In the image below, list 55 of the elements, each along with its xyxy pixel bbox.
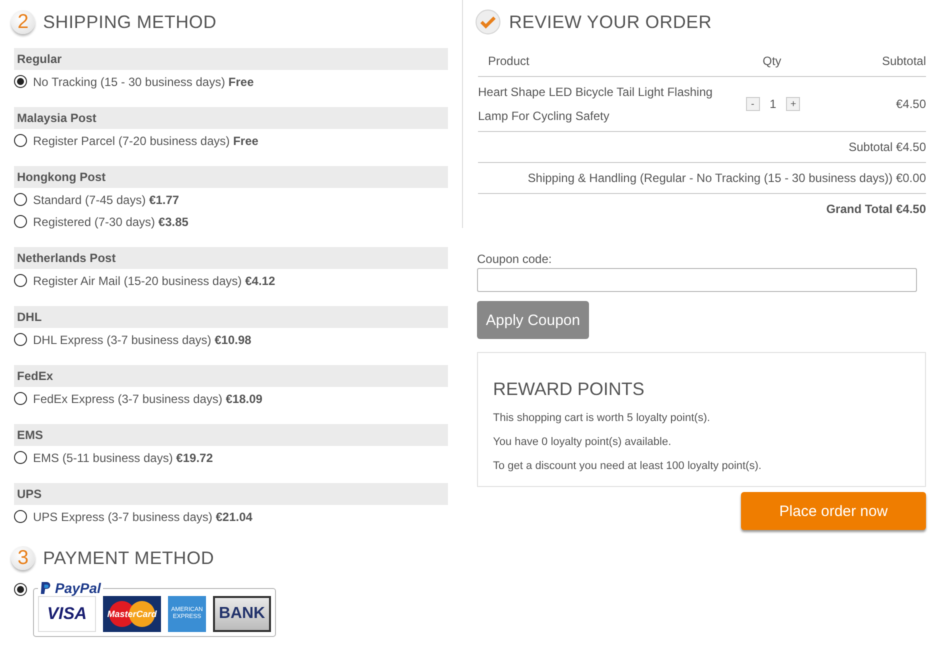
step-number-badge: 2 (11, 10, 35, 34)
product-name: Heart Shape LED Bicycle Tail Light Flashing Lamp For Cycling Safety (478, 84, 714, 125)
radio-button[interactable] (14, 193, 27, 206)
total-line: Subtotal €4.50 (848, 140, 926, 154)
increase-button[interactable]: + (786, 97, 800, 111)
shipping-option[interactable]: Register Parcel (7-20 business days) Free (14, 130, 448, 151)
quantity-value: 1 (770, 97, 776, 111)
decrease-button[interactable]: - (746, 97, 760, 111)
checkmark-badge-icon (475, 9, 501, 35)
step-number-badge: 3 (11, 546, 35, 570)
brand-name: PayPal (55, 580, 101, 596)
shipping-option[interactable]: Registered (7-30 days) €3.85 (14, 211, 448, 232)
column-header: Subtotal (882, 54, 926, 68)
reward-text: To get a discount you need at least 100 loyalty point(s). (493, 459, 762, 474)
reward-text: You have 0 loyalty point(s) available. (493, 435, 672, 450)
shipping-option[interactable]: Register Air Mail (15-20 business days) €4.12 (14, 270, 448, 291)
carrier-header: Netherlands Post (14, 247, 448, 269)
section-title: REVIEW YOUR ORDER (509, 12, 712, 32)
total-line: Grand Total €4.50 (826, 202, 926, 216)
radio-button[interactable] (14, 215, 27, 228)
shipping-option[interactable]: FedEx Express (3-7 business days) €18.09 (14, 388, 448, 409)
carrier-header: FedEx (14, 365, 448, 387)
shipping-option[interactable]: EMS (5-11 business days) €19.72 (14, 447, 448, 468)
shipping-option[interactable]: DHL Express (3-7 business days) €10.98 (14, 329, 448, 350)
carrier-header: EMS (14, 424, 448, 446)
shipping-option[interactable]: Standard (7-45 days) €1.77 (14, 189, 448, 210)
table-cell-text: €4.50 (894, 97, 926, 111)
radio-button[interactable] (14, 451, 27, 464)
carrier-header: Malaysia Post (14, 107, 448, 129)
shipping-option[interactable]: UPS Express (3-7 business days) €21.04 (14, 506, 448, 527)
column-header: Product (487, 54, 530, 68)
shipping-option[interactable]: No Tracking (15 - 30 business days) Free (14, 71, 448, 92)
radio-button[interactable] (14, 392, 27, 405)
paypal-p-icon (40, 581, 52, 595)
radio-button[interactable] (14, 333, 27, 346)
panel-title: REWARD POINTS (493, 379, 646, 400)
radio-button[interactable] (14, 510, 27, 523)
card-logo: BANK (213, 596, 271, 632)
radio-button[interactable] (14, 134, 27, 147)
radio-button[interactable] (14, 274, 27, 287)
card-logo: VISA (38, 596, 96, 632)
column-header: Qty (762, 54, 782, 68)
section-title: SHIPPING METHOD (43, 12, 217, 32)
coupon-input-field[interactable] (477, 268, 917, 292)
apply-coupon-button[interactable]: Apply Coupon (477, 301, 589, 339)
radio-button[interactable] (14, 583, 27, 596)
carrier-header: Regular (14, 48, 448, 70)
radio-button[interactable] (14, 75, 27, 88)
total-line: Shipping & Handling (Regular - No Tracking (15 - 30 business days)) €0.00 (528, 171, 926, 185)
carrier-header: UPS (14, 483, 448, 505)
field-label: Coupon code: (477, 252, 552, 266)
carrier-header: Hongkong Post (14, 166, 448, 188)
carrier-header: DHL (14, 306, 448, 328)
reward-text: This shopping cart is worth 5 loyalty point(s). (493, 411, 712, 426)
section-title: PAYMENT METHOD (43, 548, 214, 568)
